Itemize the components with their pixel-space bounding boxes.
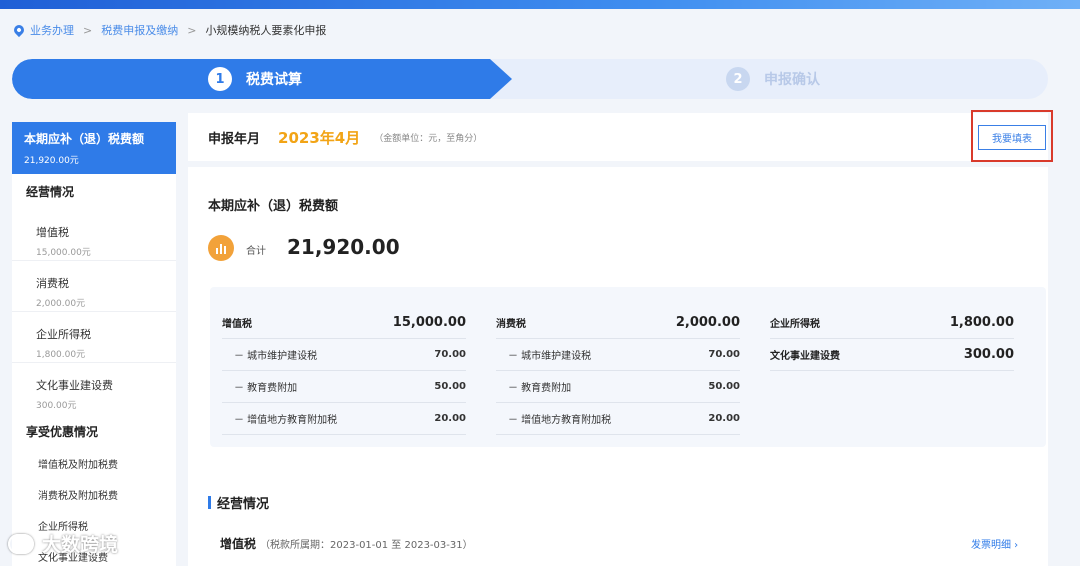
table-row: 企业所得税 1,800.00 xyxy=(770,307,1014,339)
bar-chart-icon xyxy=(208,235,234,261)
period-bar: 申报年月 2023年4月 （金额单位：元，至角分） 我要填表 xyxy=(188,110,1053,162)
business-section-title: 经营情况 xyxy=(217,497,270,512)
breadcrumb-separator: > xyxy=(187,23,197,37)
sidebar-item-total[interactable]: 本期应补（退）税费额 21,920.00元 xyxy=(12,122,176,174)
vat-period: （税款所属期：2023-01-01 至 2023-03-31） xyxy=(260,540,473,551)
row-name: － 教育费附加 xyxy=(234,383,298,394)
top-header-bar xyxy=(0,0,1080,9)
row-amount: 20.00 xyxy=(434,413,466,424)
breadcrumb-separator: > xyxy=(83,23,93,37)
step-2[interactable]: 2 申报确认 xyxy=(726,67,820,91)
row-amount: 70.00 xyxy=(708,349,740,360)
row-name: － 增值地方教育附加税 xyxy=(234,415,338,426)
tax-breakdown: 增值税 15,000.00 － 城市维护建设税 70.00 － 教育费附加 50… xyxy=(210,287,1046,447)
sidebar-item-label: 企业所得税 xyxy=(36,328,91,341)
breadcrumb-current: 小规模纳税人要素化申报 xyxy=(205,24,327,37)
row-name: － 教育费附加 xyxy=(508,383,572,394)
table-row: － 城市维护建设税 70.00 xyxy=(496,339,740,371)
row-amount: 15,000.00 xyxy=(392,315,466,330)
vat-label: 增值税 xyxy=(220,537,257,551)
sidebar-group-business: 经营情况 xyxy=(26,185,75,199)
table-row: 消费税 2,000.00 xyxy=(496,307,740,339)
row-amount: 300.00 xyxy=(963,347,1014,362)
step-2-number: 2 xyxy=(726,67,750,91)
amount-unit-note: （金额单位：元，至角分） xyxy=(374,133,483,144)
row-name: 企业所得税 xyxy=(770,319,820,330)
row-amount: 70.00 xyxy=(434,349,466,360)
row-name: 文化事业建设费 xyxy=(770,351,840,362)
step-1-label: 税费试算 xyxy=(246,72,302,88)
sidebar-subitem-vat[interactable]: 增值税及附加税费 xyxy=(12,450,176,481)
table-row: － 增值地方教育附加税 20.00 xyxy=(222,403,466,435)
row-name: － 城市维护建设税 xyxy=(508,351,592,362)
period-value: 2023年4月 xyxy=(278,128,361,147)
watermark-logo-icon xyxy=(8,533,34,554)
sidebar-item-consumption-tax[interactable]: 消费税 2,000.00元 xyxy=(12,261,176,312)
total-label: 合计 xyxy=(246,246,266,257)
vat-column: 增值税 15,000.00 － 城市维护建设税 70.00 － 教育费附加 50… xyxy=(222,307,466,435)
period-label: 申报年月 xyxy=(208,131,261,147)
step-1-number: 1 xyxy=(208,67,232,91)
table-row: － 增值地方教育附加税 20.00 xyxy=(496,403,740,435)
vat-period-row: 增值税 （税款所属期：2023-01-01 至 2023-03-31） xyxy=(220,535,473,552)
row-amount: 2,000.00 xyxy=(675,315,740,330)
row-name: － 增值地方教育附加税 xyxy=(508,415,612,426)
table-row: 文化事业建设费 300.00 xyxy=(770,339,1014,371)
sidebar-item-culture-fee[interactable]: 文化事业建设费 300.00元 xyxy=(12,363,176,414)
breadcrumb-item-tax-filing[interactable]: 税费申报及缴纳 xyxy=(101,22,178,38)
table-row: 增值税 15,000.00 xyxy=(222,307,466,339)
row-name: 增值税 xyxy=(222,319,252,330)
sidebar-subitem-consumption[interactable]: 消费税及附加税费 xyxy=(12,481,176,512)
sidebar-item-label: 消费税 xyxy=(36,277,69,290)
sidebar-item-value: 15,000.00元 xyxy=(36,248,91,258)
row-name: 消费税 xyxy=(496,319,526,330)
other-tax-column: 企业所得税 1,800.00 文化事业建设费 300.00 xyxy=(770,307,1014,371)
sidebar-item-value: 300.00元 xyxy=(36,401,77,411)
total-value: 21,920.00 xyxy=(287,235,400,259)
location-pin-icon xyxy=(11,22,27,38)
fill-form-button[interactable]: 我要填表 xyxy=(978,125,1046,150)
sidebar-item-value: 1,800.00元 xyxy=(36,350,86,360)
main-content: 申报年月 2023年4月 （金额单位：元，至角分） 我要填表 本期应补（退）税费… xyxy=(188,110,1053,566)
table-row: － 城市维护建设税 70.00 xyxy=(222,339,466,371)
summary-title: 本期应补（退）税费额 xyxy=(208,199,339,214)
sidebar: 本期应补（退）税费额 21,920.00元 经营情况 增值税 15,000.00… xyxy=(12,122,176,566)
sidebar-item-cit[interactable]: 企业所得税 1,800.00元 xyxy=(12,312,176,363)
breadcrumb: 业务办理 > 税费申报及缴纳 > 小规模纳税人要素化申报 xyxy=(11,20,327,40)
row-amount: 50.00 xyxy=(434,381,466,392)
step-progress: 1 税费试算 2 申报确认 xyxy=(12,59,1048,99)
sidebar-group-preferences: 享受优惠情况 xyxy=(26,425,99,439)
step-2-label: 申报确认 xyxy=(764,72,820,88)
row-amount: 20.00 xyxy=(708,413,740,424)
watermark-text: 大数跨境 xyxy=(42,534,119,556)
row-amount: 50.00 xyxy=(708,381,740,392)
sidebar-item-label: 本期应补（退）税费额 xyxy=(24,132,145,146)
breadcrumb-item-business[interactable]: 业务办理 xyxy=(30,22,74,38)
row-amount: 1,800.00 xyxy=(949,315,1014,330)
business-section-header: 经营情况 xyxy=(208,493,269,512)
row-name: － 城市维护建设税 xyxy=(234,351,318,362)
sidebar-item-label: 文化事业建设费 xyxy=(36,379,113,392)
sidebar-item-value: 2,000.00元 xyxy=(36,299,86,309)
consumption-tax-column: 消费税 2,000.00 － 城市维护建设税 70.00 － 教育费附加 50.… xyxy=(496,307,740,435)
watermark: 大数跨境 xyxy=(8,530,118,557)
invoice-detail-link[interactable]: 发票明细 › xyxy=(971,536,1018,551)
table-row: － 教育费附加 50.00 xyxy=(222,371,466,403)
sidebar-item-label: 增值税 xyxy=(36,226,69,239)
step-1[interactable]: 1 税费试算 xyxy=(208,67,302,91)
sidebar-item-value: 21,920.00元 xyxy=(24,156,79,166)
table-row: － 教育费附加 50.00 xyxy=(496,371,740,403)
sidebar-item-vat[interactable]: 增值税 15,000.00元 xyxy=(12,210,176,261)
summary-panel: 本期应补（退）税费额 合计 21,920.00 增值税 15,000.00 － … xyxy=(188,167,1048,566)
section-accent-bar xyxy=(208,496,211,509)
